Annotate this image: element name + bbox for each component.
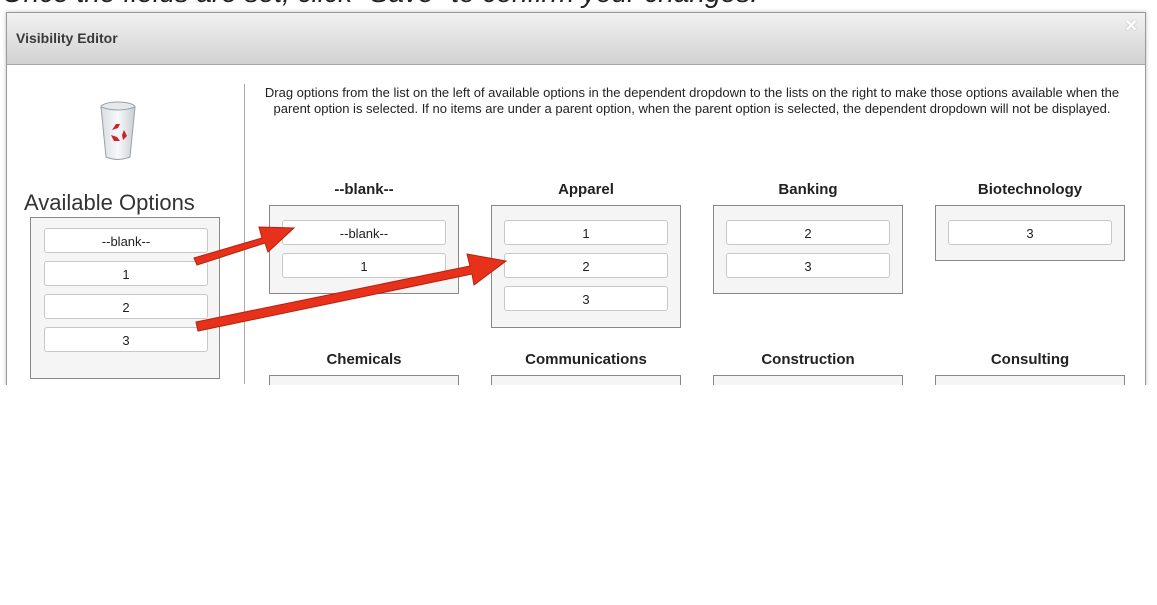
group-biotechnology-option-3[interactable]: 3 [948, 220, 1112, 245]
group-title-consulting: Consulting [990, 351, 1070, 368]
group-title-blank: --blank-- [334, 181, 394, 198]
group-title-banking: Banking [778, 181, 838, 198]
group-list-blank[interactable]: --blank-- 1 [269, 205, 459, 294]
dialog-title: Visibility Editor [16, 30, 118, 46]
group-list-apparel[interactable]: 1 2 3 [491, 205, 681, 328]
group-list-banking[interactable]: 2 3 [713, 205, 903, 294]
recycle-bin-icon[interactable] [98, 97, 138, 162]
group-apparel-option-3[interactable]: 3 [504, 286, 668, 311]
group-blank-option-1[interactable]: 1 [282, 253, 446, 278]
group-title-biotechnology: Biotechnology [977, 181, 1083, 198]
empty-area [0, 385, 1157, 605]
group-title-communications: Communications [525, 351, 647, 368]
available-option-2[interactable]: 2 [44, 294, 208, 319]
available-options-title: Available Options [24, 190, 195, 215]
group-apparel-option-1[interactable]: 1 [504, 220, 668, 245]
available-options-list: --blank-- 1 2 3 [30, 217, 220, 379]
group-blank-option-blank[interactable]: --blank-- [282, 220, 446, 245]
group-banking-option-2[interactable]: 2 [726, 220, 890, 245]
group-list-biotechnology[interactable]: 3 [935, 205, 1125, 261]
available-option-3[interactable]: 3 [44, 327, 208, 352]
dialog-titlebar: Visibility Editor × [7, 13, 1145, 65]
group-title-construction: Construction [761, 351, 855, 368]
group-title-chemicals: Chemicals [326, 351, 402, 368]
group-apparel-option-2[interactable]: 2 [504, 253, 668, 278]
vertical-divider [244, 84, 245, 384]
close-icon[interactable]: × [1125, 15, 1137, 38]
available-option-blank[interactable]: --blank-- [44, 228, 208, 253]
available-option-1[interactable]: 1 [44, 261, 208, 286]
group-title-apparel: Apparel [558, 181, 614, 198]
instructions-text: Drag options from the list on the left o… [264, 85, 1120, 116]
group-banking-option-3[interactable]: 3 [726, 253, 890, 278]
